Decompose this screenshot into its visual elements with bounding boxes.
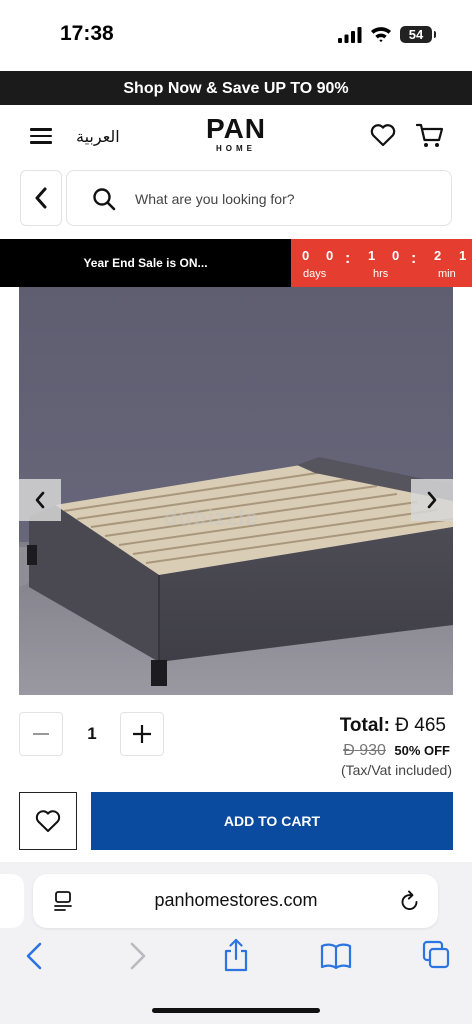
heart-icon	[35, 810, 61, 832]
search-box[interactable]	[66, 170, 452, 226]
minutes-digit: 1	[459, 248, 467, 263]
plus-icon	[133, 725, 151, 743]
logo[interactable]: PAN HOME	[188, 113, 284, 154]
reload-icon[interactable]	[400, 890, 420, 912]
product-image	[19, 287, 453, 695]
cellular-signal-icon	[338, 27, 362, 43]
hours-digit: 0	[392, 248, 400, 263]
menu-icon[interactable]	[30, 128, 52, 144]
site-header: العربية PAN HOME	[0, 105, 472, 167]
wishlist-button[interactable]	[19, 792, 77, 850]
back-button[interactable]	[20, 170, 62, 226]
heart-icon[interactable]	[370, 123, 396, 147]
discount-badge: 50% OFF	[394, 743, 450, 758]
gallery-prev-button[interactable]	[19, 479, 61, 521]
total-label: Total:	[339, 715, 390, 736]
sale-label: Year End Sale is ON...	[0, 239, 291, 287]
old-price-value: 930	[359, 742, 386, 759]
browser-forward-icon	[130, 942, 146, 970]
browser-back-icon[interactable]	[22, 940, 48, 972]
previous-tab-peek[interactable]	[0, 874, 24, 928]
chevron-right-icon	[427, 491, 437, 509]
status-time: 17:38	[60, 22, 114, 45]
gallery-next-button[interactable]	[411, 479, 453, 521]
search-input[interactable]	[135, 185, 435, 213]
quantity-increase-button[interactable]	[120, 712, 164, 756]
currency-symbol: Đ	[395, 715, 410, 736]
product-gallery[interactable]: dubizzle	[19, 287, 453, 695]
tabs-icon[interactable]	[422, 940, 450, 970]
old-price-line: Đ 930 50% OFF	[343, 742, 450, 760]
tax-note: (Tax/Vat included)	[340, 762, 452, 778]
chevron-left-icon	[35, 187, 47, 209]
colon-separator: :	[345, 250, 351, 267]
quantity-input[interactable]	[70, 712, 114, 756]
hours-label: hrs	[373, 268, 389, 280]
watermark: dubizzle	[164, 505, 259, 530]
battery-icon: 54	[400, 26, 436, 43]
add-to-cart-button[interactable]: ADD TO CART	[91, 792, 453, 850]
sale-countdown-bar: Year End Sale is ON... 0 0 : 1 0 : 2 1 d…	[0, 239, 472, 287]
hours-digit: 1	[368, 248, 376, 263]
cart-icon[interactable]	[416, 123, 444, 149]
search-icon	[93, 188, 116, 211]
chevron-left-icon	[35, 491, 45, 509]
days-digit: 0	[302, 248, 310, 263]
countdown-timer: 0 0 : 1 0 : 2 1 days hrs min	[291, 239, 472, 287]
quantity-decrease-button[interactable]	[19, 712, 63, 756]
currency-symbol: Đ	[343, 742, 355, 759]
share-icon[interactable]	[222, 938, 250, 972]
home-indicator	[152, 1008, 320, 1013]
days-digit: 0	[326, 248, 334, 263]
minutes-digit: 2	[434, 248, 442, 263]
colon-separator: :	[411, 250, 417, 267]
browser-toolbar: panhomestores.com	[0, 862, 472, 1024]
old-price: Đ 930	[343, 742, 386, 759]
bookmarks-icon[interactable]	[320, 942, 352, 970]
logo-subtext: HOME	[216, 144, 256, 153]
logo-text: PAN	[205, 113, 267, 144]
page-menu-icon[interactable]	[53, 890, 73, 912]
total-price: Total: Đ 465	[340, 715, 446, 737]
total-price-value: 465	[414, 715, 446, 736]
address-bar[interactable]: panhomestores.com	[33, 874, 438, 928]
minus-icon	[33, 733, 49, 735]
minutes-label: min	[438, 268, 456, 280]
days-label: days	[303, 268, 327, 280]
url-text: panhomestores.com	[154, 890, 318, 910]
wifi-icon	[371, 27, 391, 43]
status-bar: 17:38 54	[0, 0, 472, 70]
language-switch-link[interactable]: العربية	[76, 127, 120, 147]
promo-banner[interactable]: Shop Now & Save UP TO 90%	[0, 71, 472, 105]
